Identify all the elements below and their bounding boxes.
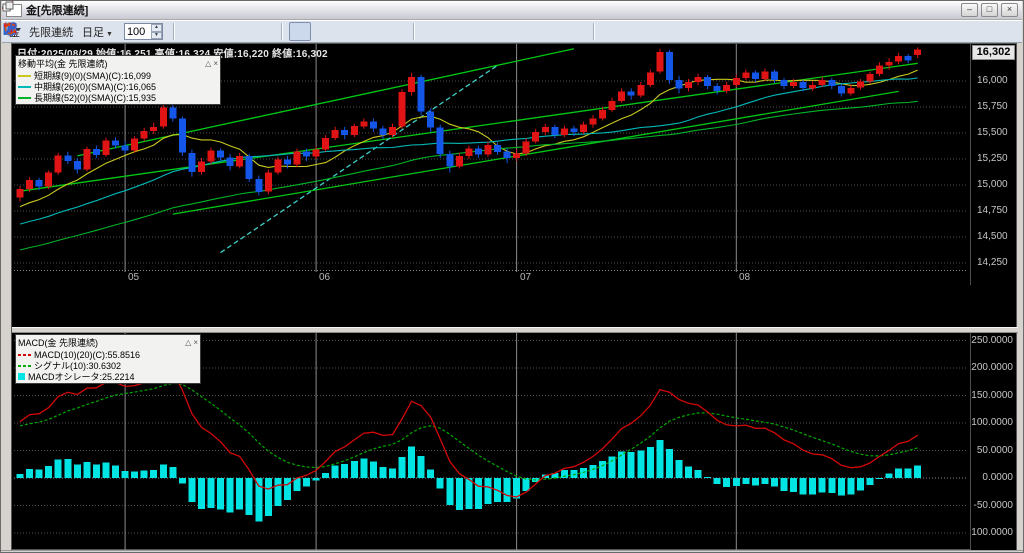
toolbar: 金 先限連続 日足▼ ▲▼ — [2, 20, 1022, 43]
pin-icon[interactable] — [903, 3, 920, 17]
macd-legend[interactable]: MACD(金 先限連続) △× MACD(10)(20)(C):55.8516 … — [15, 334, 201, 384]
timeframe-select[interactable]: 日足▼ — [82, 24, 113, 40]
ma-short-chip — [18, 75, 31, 77]
chart-area: 日付:2025/08/29 始値:16,251 高値:16,324 安値:16,… — [11, 43, 1017, 550]
trendline-tool-button[interactable] — [253, 22, 275, 41]
month-label: 07 — [520, 272, 531, 283]
legend-close-icon[interactable]: × — [193, 338, 198, 347]
ma-mid-chip — [18, 86, 31, 88]
price-axis[interactable]: 16,00015,75015,50015,25015,00014,75014,5… — [970, 44, 1016, 285]
ma-legend-item: 長期線(52)(0)(SMA)(C):15,935 — [18, 92, 218, 103]
month-label: 05 — [128, 272, 139, 283]
macd-legend-item: MACDオシレータ:25.2214 — [18, 371, 198, 382]
pencil-tool-button[interactable] — [229, 22, 251, 41]
legend-collapse-icon[interactable]: △ — [205, 59, 211, 68]
indicator-preset-1-button[interactable] — [469, 22, 491, 41]
close-button[interactable]: × — [1001, 3, 1018, 17]
indicator-preset-3-button[interactable] — [517, 22, 539, 41]
ma-long-chip — [18, 97, 31, 99]
ma-legend[interactable]: 移動平均(金 先限連続) △× 短期線(9)(0)(SMA)(C):16,099… — [15, 55, 221, 105]
duplicate-window-icon[interactable] — [941, 3, 958, 17]
grid-dense-layout-button[interactable] — [385, 22, 407, 41]
macd-axis[interactable]: 250.0000200.0000150.0000100.000050.00000… — [970, 333, 1016, 550]
indicator-preset-2-button[interactable] — [493, 22, 515, 41]
minimize-button[interactable]: – — [961, 3, 978, 17]
macd-legend-title: MACD(金 先限連続) — [18, 336, 98, 349]
grid-layout-button[interactable] — [361, 22, 383, 41]
remove-indicator-button[interactable] — [445, 22, 467, 41]
current-price-box: 16,302 — [972, 45, 1015, 60]
bar-count-input[interactable] — [125, 24, 151, 39]
refresh-button[interactable] — [601, 22, 623, 41]
spin-down-icon[interactable]: ▼ — [151, 32, 162, 40]
bar-count-spinner[interactable]: ▲▼ — [124, 23, 163, 40]
indicator-histogram-button[interactable] — [421, 22, 443, 41]
indicator-preset-4-button[interactable] — [541, 22, 563, 41]
new-chart-button[interactable] — [337, 22, 359, 41]
cursor-tool-button[interactable] — [181, 22, 203, 41]
compass-button[interactable] — [313, 22, 335, 41]
chevron-down-icon: ▼ — [106, 31, 113, 38]
legend-close-icon[interactable]: × — [213, 59, 218, 68]
time-axis[interactable]: 05 06 07 08 — [14, 272, 968, 285]
reload-window-icon[interactable] — [922, 3, 939, 17]
title-bar[interactable]: 金[先限連続] – □ × — [2, 1, 1022, 20]
legend-collapse-icon[interactable]: △ — [185, 338, 191, 347]
hand-tool-button[interactable] — [205, 22, 227, 41]
macd-line-chip — [18, 354, 31, 356]
chart-window: 金[先限連続] – □ × 金 先限連続 日足▼ ▲▼ — [0, 0, 1024, 553]
macd-osc-chip — [18, 373, 25, 380]
candlestick-chart-button[interactable] — [289, 22, 311, 41]
contract-label[interactable]: 先限連続 — [29, 24, 73, 40]
macd-panel[interactable]: MACD(金 先限連続) △× MACD(10)(20)(C):55.8516 … — [14, 333, 968, 550]
indicator-preset-5-button[interactable] — [565, 22, 587, 41]
month-label: 08 — [739, 272, 750, 283]
month-label: 06 — [319, 272, 330, 283]
macd-signal-chip — [18, 365, 31, 367]
settings-wrench-icon[interactable] — [995, 22, 1017, 41]
price-panel[interactable]: 日付:2025/08/29 始値:16,251 高値:16,324 安値:16,… — [14, 44, 968, 272]
maximize-button[interactable]: □ — [981, 3, 998, 17]
spin-up-icon[interactable]: ▲ — [151, 24, 162, 32]
window-title: 金[先限連続] — [26, 2, 88, 18]
